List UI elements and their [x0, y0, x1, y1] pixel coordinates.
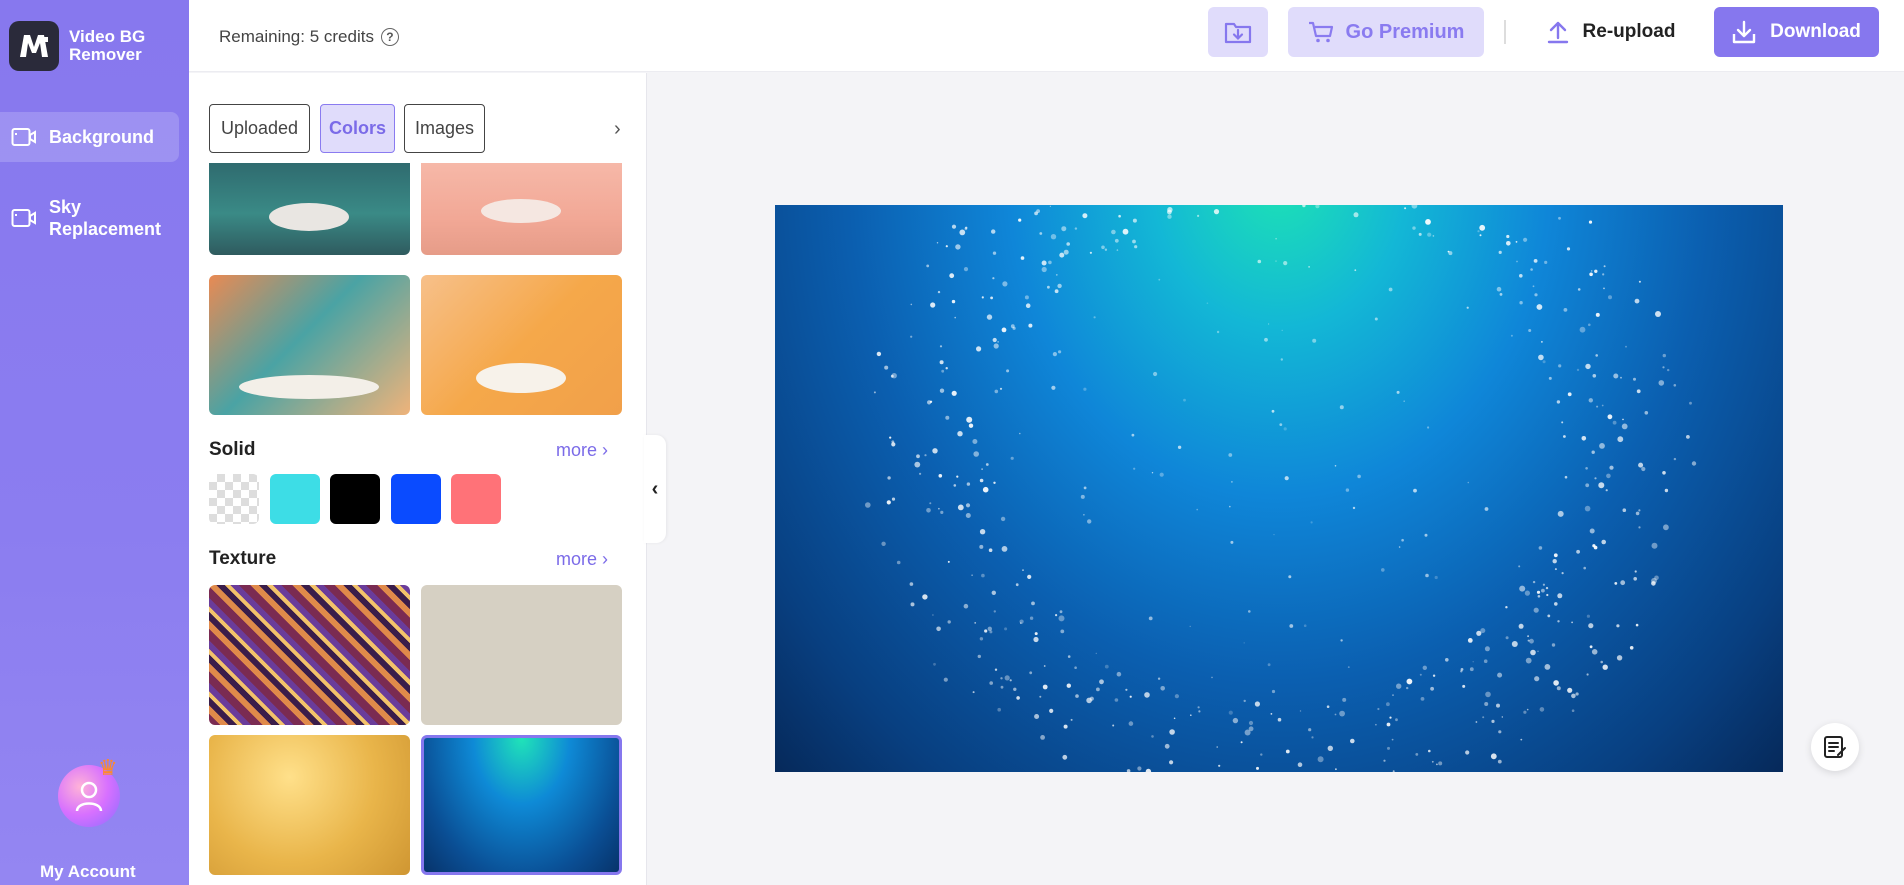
feedback-button[interactable]	[1811, 723, 1859, 771]
crown-icon: ♛	[98, 755, 118, 780]
re-upload-button[interactable]: Re-upload	[1536, 7, 1686, 57]
sidebar-item-label: Background	[49, 126, 155, 147]
texture-thumbnail-selected[interactable]	[421, 735, 622, 875]
texture-thumbnail[interactable]	[209, 585, 410, 725]
credits-text: Remaining: 5 credits	[219, 27, 374, 46]
toolbar-divider	[1504, 20, 1506, 44]
swatch-blue[interactable]	[391, 474, 441, 524]
texture-thumbnail[interactable]	[421, 585, 622, 725]
chevron-left-icon: ‹	[651, 477, 659, 500]
chevron-right-icon[interactable]: ›	[614, 118, 621, 141]
image-thumbnail[interactable]	[421, 163, 622, 255]
video-icon	[10, 207, 38, 229]
solid-section-title: Solid	[209, 439, 256, 460]
tab-uploaded[interactable]: Uploaded	[209, 104, 310, 153]
sidebar-item-label: Sky Replacement	[49, 197, 162, 239]
tab-colors[interactable]: Colors	[320, 104, 395, 153]
sidebar-item-background[interactable]: Background	[0, 112, 179, 162]
credits-indicator: Remaining: 5 credits ?	[219, 27, 399, 47]
image-thumbnail[interactable]	[421, 275, 622, 415]
background-panel: Uploaded Colors Images › Solid more › Te…	[189, 73, 647, 885]
go-premium-button[interactable]: Go Premium	[1288, 7, 1484, 57]
swatch-cyan[interactable]	[270, 474, 320, 524]
folder-download-icon	[1224, 22, 1252, 44]
top-bar: Remaining: 5 credits ? Go Premium Re-upl…	[189, 0, 1904, 72]
texture-section-title: Texture	[209, 548, 277, 569]
texture-thumbnail[interactable]	[209, 735, 410, 875]
cart-icon	[1308, 20, 1334, 44]
preview-canvas	[775, 205, 1783, 772]
image-thumbnail[interactable]	[209, 275, 410, 415]
account-section[interactable]: ♛ My Account	[0, 755, 178, 885]
save-to-folder-button[interactable]	[1208, 7, 1268, 57]
app-logo-icon	[9, 21, 59, 71]
my-account-label[interactable]: My Account	[40, 862, 136, 882]
swatch-black[interactable]	[330, 474, 380, 524]
download-icon	[1732, 20, 1756, 44]
upload-icon	[1547, 20, 1569, 44]
sidebar-item-sky-replacement[interactable]: Sky Replacement	[0, 190, 179, 246]
swatch-transparent[interactable]	[209, 474, 259, 524]
app-logo[interactable]: Video BG Remover	[9, 21, 145, 71]
image-thumbnail[interactable]	[209, 163, 410, 255]
help-icon[interactable]: ?	[380, 28, 399, 46]
bubbles-overlay	[865, 205, 1697, 772]
sidebar: Video BG Remover Background Sky Replacem…	[0, 0, 189, 885]
notes-icon	[1824, 736, 1846, 758]
download-button[interactable]: Download	[1714, 7, 1879, 57]
video-icon	[10, 126, 38, 148]
app-name: Video BG Remover	[69, 27, 146, 64]
solid-more-link[interactable]: more ›	[556, 440, 608, 461]
tab-images[interactable]: Images	[404, 104, 485, 153]
texture-more-link[interactable]: more ›	[556, 549, 608, 570]
collapse-panel-button[interactable]: ‹	[644, 435, 666, 543]
swatch-coral[interactable]	[451, 474, 501, 524]
